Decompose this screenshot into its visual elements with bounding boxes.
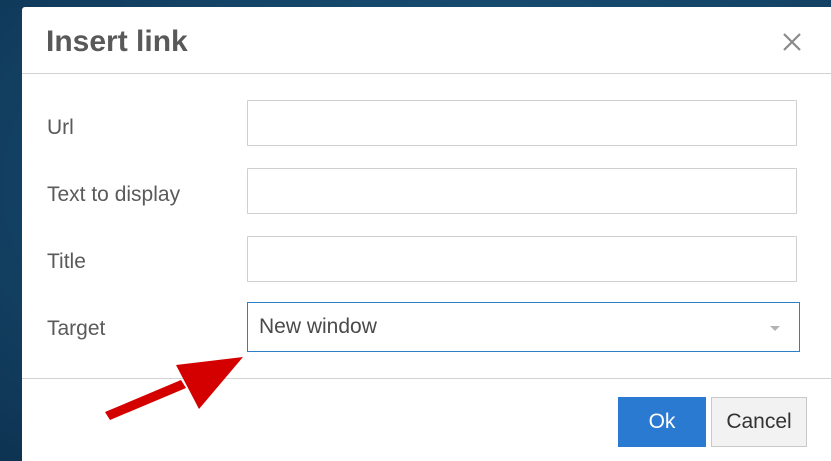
dialog-header: Insert link (22, 7, 831, 74)
url-input[interactable] (247, 100, 797, 146)
title-input[interactable] (247, 236, 797, 282)
close-icon-graphic (783, 33, 801, 51)
text-to-display-label: Text to display (47, 183, 181, 206)
chevron-down-icon (770, 326, 780, 331)
url-label: Url (47, 116, 74, 139)
insert-link-dialog: Insert link Url Text to display Title Ta… (22, 7, 831, 461)
title-label: Title (47, 250, 86, 273)
ok-button[interactable]: Ok (618, 397, 706, 447)
target-select[interactable]: New window (247, 302, 800, 352)
footer-divider (22, 378, 831, 379)
target-selected-value: New window (259, 315, 377, 338)
target-label: Target (47, 317, 106, 340)
close-icon[interactable] (774, 24, 810, 60)
dialog-title: Insert link (46, 25, 188, 58)
text-to-display-input[interactable] (247, 168, 797, 214)
cancel-button[interactable]: Cancel (711, 397, 807, 447)
